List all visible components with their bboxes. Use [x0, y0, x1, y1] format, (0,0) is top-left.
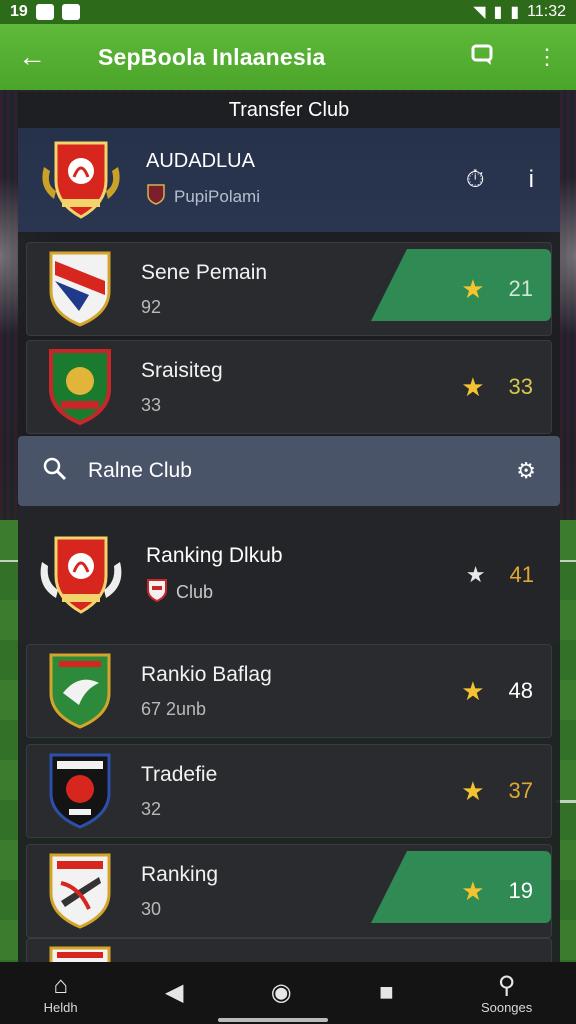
list-item[interactable]: Tradefie 32 ★ 37: [26, 744, 552, 838]
nav-home-label: Heldh: [43, 999, 78, 1015]
row-score: 33: [508, 374, 533, 399]
row-name: Sene Pemain: [141, 260, 268, 284]
battery-icon: ▮: [510, 4, 520, 21]
club-crest-icon: [36, 532, 126, 618]
ranking-score: 41: [509, 562, 534, 587]
search-bar[interactable]: Ralne Club ⚙: [18, 436, 560, 506]
club-crest-icon: [49, 251, 111, 327]
row-score: 48: [508, 678, 533, 703]
message-icon[interactable]: [470, 41, 496, 73]
nav-recents-icon: ■: [379, 979, 394, 1006]
ranking-name: Ranking Dlkub: [146, 543, 283, 567]
nav-home-button[interactable]: ◉: [271, 979, 292, 1007]
app-title: SepBoola Inlaanesia: [98, 43, 326, 70]
row-score: 37: [508, 778, 533, 803]
row-sub: 33: [141, 394, 162, 415]
wifi-icon: ◥: [473, 4, 486, 21]
row-sub: 67 2unb: [141, 698, 207, 719]
transfer-panel: Transfer Club AUDADLUA PupiPolami ⏱ i Se…: [18, 92, 560, 968]
nav-back-icon: ◀: [164, 979, 184, 1006]
nav-settings[interactable]: ⚲ Soonges: [481, 972, 532, 1015]
back-arrow-icon[interactable]: ←: [18, 41, 66, 73]
gesture-bar: [218, 1018, 328, 1022]
club-crest-icon: [36, 137, 126, 223]
featured-club-name: AUDADLUA: [146, 150, 255, 172]
row-sub: 32: [141, 798, 162, 819]
club-crest-icon: [49, 853, 111, 929]
star-icon: ★: [461, 775, 485, 806]
nav-home-icon: ◉: [270, 979, 292, 1006]
status-time: 11:32: [527, 3, 566, 20]
profile-icon: ⚲: [497, 971, 516, 999]
timer-icon[interactable]: ⏱: [466, 166, 485, 194]
signal-icon: ▮: [493, 4, 503, 21]
featured-club-subtitle: PupiPolami: [174, 186, 260, 206]
row-name: Sraisiteg: [141, 358, 223, 382]
notification-app-icon: [35, 4, 54, 20]
row-sub: 92: [141, 296, 162, 317]
small-crest-icon: [146, 578, 168, 607]
panel-title: Transfer Club: [18, 92, 560, 128]
small-crest-icon: [146, 183, 166, 210]
row-score: 21: [508, 276, 533, 301]
app-bar: ← SepBoola Inlaanesia ⋮: [0, 24, 576, 90]
nav-home[interactable]: ⌂ Heldh: [44, 972, 78, 1015]
list-item[interactable]: Ranking 30 ★ 19: [26, 844, 552, 938]
star-icon: ★: [461, 675, 485, 706]
row-score: 19: [508, 878, 533, 903]
row-name: Rankio Baflag: [141, 662, 272, 686]
nav-recents[interactable]: ■: [379, 979, 394, 1007]
row-name: Ranking: [141, 862, 219, 886]
row-sub: 30: [141, 898, 162, 919]
featured-club[interactable]: AUDADLUA PupiPolami ⏱ i: [18, 128, 560, 232]
ranking-sub: Club: [176, 581, 214, 602]
star-icon: ★: [461, 875, 485, 906]
star-icon: ★: [461, 273, 485, 304]
list-item[interactable]: Sene Pemain 92 ★ 21: [26, 242, 552, 336]
nav-back[interactable]: ◀: [165, 979, 183, 1007]
star-icon: ★: [461, 371, 485, 402]
notification-app-icon: [61, 4, 80, 20]
list-item[interactable]: Rankio Baflag 67 2unb ★ 48: [26, 644, 552, 738]
status-bar: 19 ◥ ▮ ▮ 11:32: [0, 0, 576, 24]
club-crest-icon: [49, 653, 111, 729]
club-crest-icon: [49, 753, 111, 829]
status-left-text: 19: [10, 3, 28, 20]
row-name: Tradefie: [141, 762, 218, 786]
list-item[interactable]: Sraisiteg 33 ★ 33: [26, 340, 552, 434]
bottom-navigation: ⌂ Heldh ◀ ◉ ■ ⚲ Soonges: [0, 962, 576, 1024]
search-label: Ralne Club: [88, 459, 192, 482]
search-icon[interactable]: [42, 456, 68, 487]
info-icon[interactable]: i: [529, 166, 534, 194]
nav-settings-label: Soonges: [480, 999, 533, 1015]
more-vert-icon[interactable]: ⋮: [536, 44, 558, 70]
ranking-featured[interactable]: Ranking Dlkub Club ★ 41: [18, 506, 560, 644]
club-crest-icon: [49, 349, 111, 425]
star-icon: ★: [465, 562, 486, 587]
home-icon: ⌂: [53, 971, 68, 999]
gear-icon[interactable]: ⚙: [516, 458, 536, 484]
